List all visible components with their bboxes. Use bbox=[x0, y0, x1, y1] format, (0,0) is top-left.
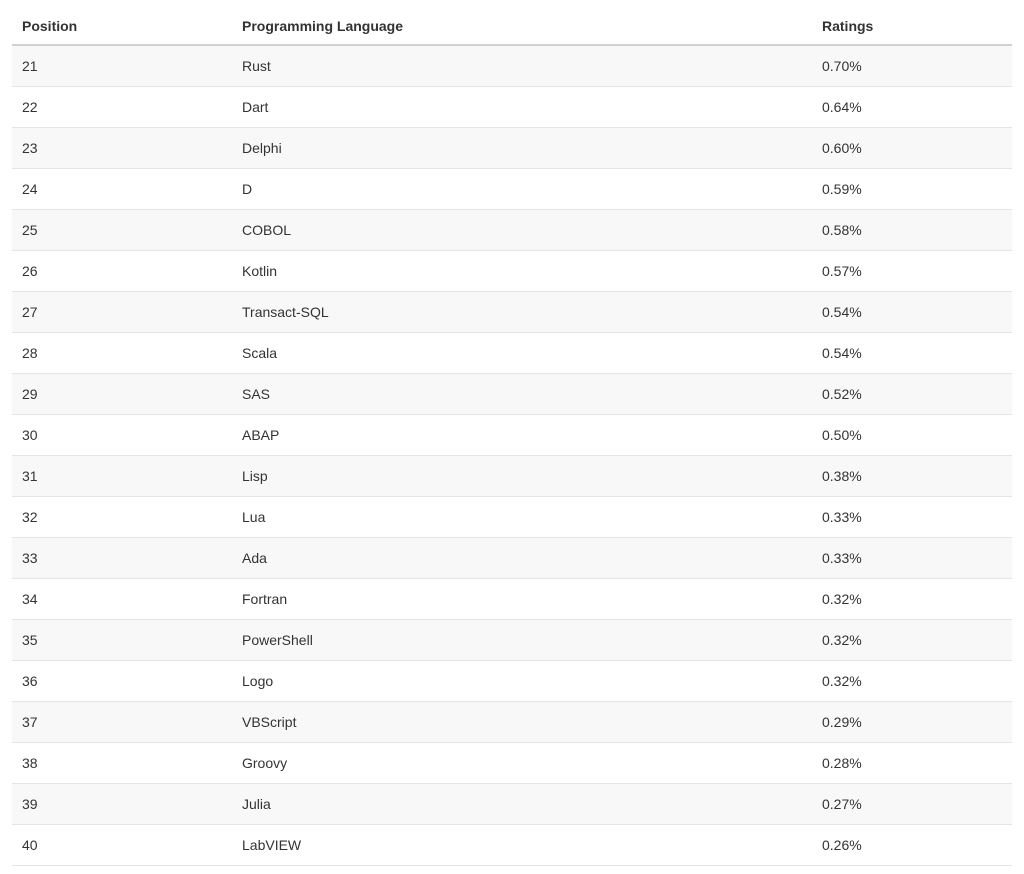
cell-ratings: 0.52% bbox=[812, 374, 1012, 415]
cell-position: 31 bbox=[12, 456, 232, 497]
cell-ratings: 0.70% bbox=[812, 45, 1012, 87]
cell-language: Delphi bbox=[232, 128, 812, 169]
cell-language: Ada bbox=[232, 538, 812, 579]
header-ratings: Ratings bbox=[812, 8, 1012, 45]
cell-position: 36 bbox=[12, 661, 232, 702]
table-row: 29SAS0.52% bbox=[12, 374, 1012, 415]
cell-position: 26 bbox=[12, 251, 232, 292]
cell-ratings: 0.38% bbox=[812, 456, 1012, 497]
header-language: Programming Language bbox=[232, 8, 812, 45]
cell-position: 30 bbox=[12, 415, 232, 456]
cell-language: VBScript bbox=[232, 702, 812, 743]
cell-position: 21 bbox=[12, 45, 232, 87]
cell-position: 34 bbox=[12, 579, 232, 620]
table-row: 23Delphi0.60% bbox=[12, 128, 1012, 169]
header-position: Position bbox=[12, 8, 232, 45]
cell-ratings: 0.54% bbox=[812, 333, 1012, 374]
cell-language: Dart bbox=[232, 87, 812, 128]
cell-language: Lisp bbox=[232, 456, 812, 497]
table-row: 35PowerShell0.32% bbox=[12, 620, 1012, 661]
cell-language: SAS bbox=[232, 374, 812, 415]
table-row: 28Scala0.54% bbox=[12, 333, 1012, 374]
table-row: 37VBScript0.29% bbox=[12, 702, 1012, 743]
cell-position: 40 bbox=[12, 825, 232, 866]
cell-ratings: 0.64% bbox=[812, 87, 1012, 128]
cell-position: 39 bbox=[12, 784, 232, 825]
cell-language: ABAP bbox=[232, 415, 812, 456]
table-row: 40LabVIEW0.26% bbox=[12, 825, 1012, 866]
cell-ratings: 0.32% bbox=[812, 620, 1012, 661]
cell-position: 33 bbox=[12, 538, 232, 579]
cell-ratings: 0.54% bbox=[812, 292, 1012, 333]
table-row: 27Transact-SQL0.54% bbox=[12, 292, 1012, 333]
cell-position: 37 bbox=[12, 702, 232, 743]
table-row: 24D0.59% bbox=[12, 169, 1012, 210]
cell-language: Kotlin bbox=[232, 251, 812, 292]
cell-language: Lua bbox=[232, 497, 812, 538]
table-row: 32Lua0.33% bbox=[12, 497, 1012, 538]
cell-position: 25 bbox=[12, 210, 232, 251]
table-header-row: Position Programming Language Ratings bbox=[12, 8, 1012, 45]
cell-position: 24 bbox=[12, 169, 232, 210]
table-row: 26Kotlin0.57% bbox=[12, 251, 1012, 292]
cell-position: 22 bbox=[12, 87, 232, 128]
cell-language: Groovy bbox=[232, 743, 812, 784]
cell-position: 38 bbox=[12, 743, 232, 784]
cell-ratings: 0.26% bbox=[812, 825, 1012, 866]
cell-ratings: 0.58% bbox=[812, 210, 1012, 251]
table-body: 21Rust0.70%22Dart0.64%23Delphi0.60%24D0.… bbox=[12, 45, 1012, 866]
cell-language: D bbox=[232, 169, 812, 210]
cell-ratings: 0.33% bbox=[812, 497, 1012, 538]
cell-language: Logo bbox=[232, 661, 812, 702]
cell-position: 32 bbox=[12, 497, 232, 538]
table-row: 30ABAP0.50% bbox=[12, 415, 1012, 456]
cell-ratings: 0.32% bbox=[812, 579, 1012, 620]
cell-ratings: 0.50% bbox=[812, 415, 1012, 456]
table-row: 31Lisp0.38% bbox=[12, 456, 1012, 497]
cell-language: Fortran bbox=[232, 579, 812, 620]
cell-language: PowerShell bbox=[232, 620, 812, 661]
cell-ratings: 0.27% bbox=[812, 784, 1012, 825]
cell-ratings: 0.29% bbox=[812, 702, 1012, 743]
table-row: 21Rust0.70% bbox=[12, 45, 1012, 87]
programming-language-table: Position Programming Language Ratings 21… bbox=[12, 8, 1012, 866]
cell-language: Julia bbox=[232, 784, 812, 825]
cell-ratings: 0.60% bbox=[812, 128, 1012, 169]
cell-ratings: 0.32% bbox=[812, 661, 1012, 702]
table-row: 38Groovy0.28% bbox=[12, 743, 1012, 784]
cell-language: COBOL bbox=[232, 210, 812, 251]
cell-ratings: 0.33% bbox=[812, 538, 1012, 579]
cell-position: 35 bbox=[12, 620, 232, 661]
cell-ratings: 0.28% bbox=[812, 743, 1012, 784]
table-row: 36Logo0.32% bbox=[12, 661, 1012, 702]
cell-position: 29 bbox=[12, 374, 232, 415]
cell-position: 23 bbox=[12, 128, 232, 169]
cell-ratings: 0.57% bbox=[812, 251, 1012, 292]
cell-language: Rust bbox=[232, 45, 812, 87]
cell-language: LabVIEW bbox=[232, 825, 812, 866]
table-row: 34Fortran0.32% bbox=[12, 579, 1012, 620]
cell-position: 28 bbox=[12, 333, 232, 374]
table-row: 39Julia0.27% bbox=[12, 784, 1012, 825]
cell-language: Transact-SQL bbox=[232, 292, 812, 333]
cell-language: Scala bbox=[232, 333, 812, 374]
table-row: 33Ada0.33% bbox=[12, 538, 1012, 579]
table-row: 25COBOL0.58% bbox=[12, 210, 1012, 251]
table-row: 22Dart0.64% bbox=[12, 87, 1012, 128]
cell-position: 27 bbox=[12, 292, 232, 333]
cell-ratings: 0.59% bbox=[812, 169, 1012, 210]
